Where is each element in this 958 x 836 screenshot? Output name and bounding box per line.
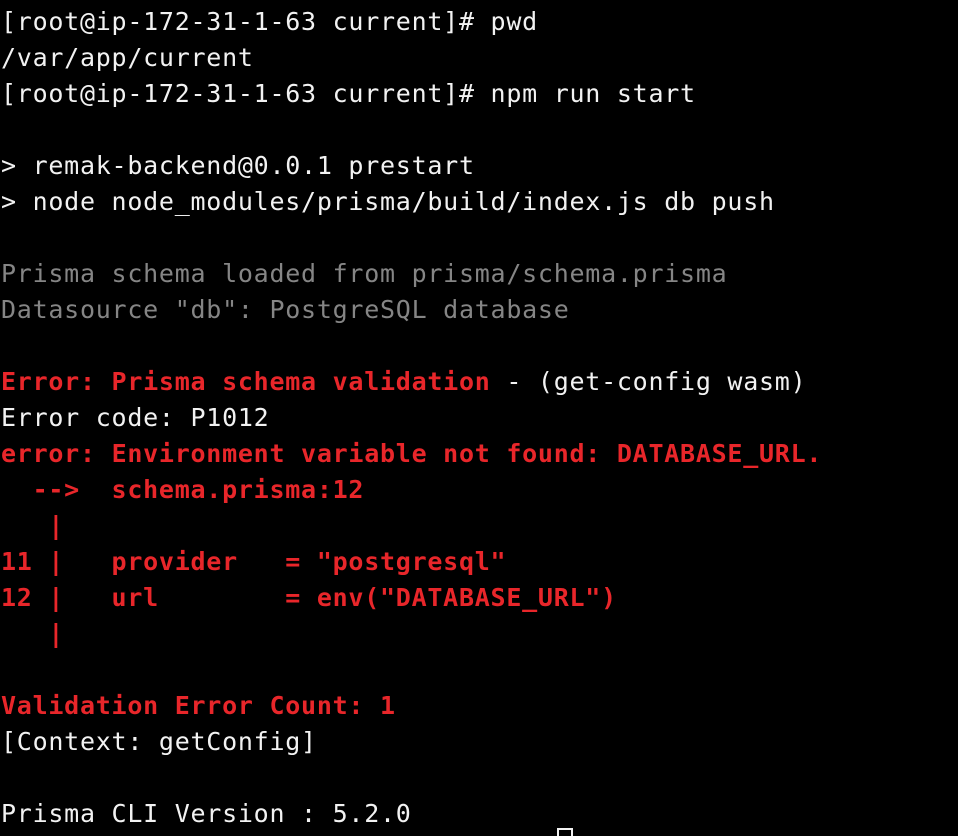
terminal-line: Prisma CLI Version : 5.2.0 (1, 796, 412, 832)
terminal-line: Prisma schema loaded from prisma/schema.… (1, 256, 727, 292)
terminal-text: [Context: getConfig] (1, 727, 317, 756)
terminal-window[interactable]: [root@ip-172-31-1-63 current]# pwd/var/a… (0, 0, 958, 836)
terminal-text: provider = "postgresql" (64, 547, 507, 576)
terminal-text: Error code: P1012 (1, 403, 270, 432)
terminal-text: Environment variable not found: DATABASE… (111, 439, 823, 468)
terminal-text: 12 | (1, 583, 65, 612)
terminal-text: > node node_modules/prisma/build/index.j… (1, 187, 775, 216)
terminal-line: Datasource "db": PostgreSQL database (1, 292, 570, 328)
terminal-line: 12 | url = env("DATABASE_URL") (1, 580, 617, 616)
terminal-text: [root@ip-172-31-1-63 current]# npm run s… (1, 79, 696, 108)
terminal-text: url = env("DATABASE_URL") (64, 583, 617, 612)
terminal-text: Error: Prisma schema validation (1, 367, 491, 396)
terminal-text: Datasource "db": PostgreSQL database (1, 295, 570, 324)
terminal-cursor (557, 828, 573, 836)
terminal-line: [root@ip-172-31-1-63 current]# pwd (1, 4, 538, 40)
terminal-text: error (1, 439, 80, 468)
terminal-text: - (get-config wasm) (490, 367, 807, 396)
terminal-text: > remak-backend@0.0.1 prestart (1, 151, 475, 180)
terminal-text: Prisma CLI Version : 5.2.0 (1, 799, 412, 828)
terminal-text: 11 | (1, 547, 65, 576)
terminal-text: Prisma schema loaded from prisma/schema.… (1, 259, 728, 288)
terminal-text: schema.prisma:12 (111, 475, 365, 504)
terminal-text: [root@ip-172-31-1-63 current]# pwd (1, 7, 538, 36)
terminal-line: Validation Error Count: 1 (1, 688, 396, 724)
terminal-text: | (1, 619, 65, 648)
terminal-line: Error code: P1012 (1, 400, 269, 436)
terminal-text: Validation Error Count: 1 (1, 691, 396, 720)
terminal-line: > remak-backend@0.0.1 prestart (1, 148, 475, 184)
terminal-line: 11 | provider = "postgresql" (1, 544, 506, 580)
terminal-line: | (1, 616, 64, 652)
terminal-line: --> schema.prisma:12 (1, 472, 364, 508)
terminal-line: /var/app/current (1, 40, 254, 76)
terminal-line: [root@ip-172-31-1-63 current]# npm run s… (1, 76, 696, 112)
terminal-text: /var/app/current (1, 43, 254, 72)
terminal-text: | (1, 511, 65, 540)
terminal-line: | (1, 508, 64, 544)
terminal-line: Error: Prisma schema validation - (get-c… (1, 364, 806, 400)
terminal-text: : (79, 439, 112, 468)
terminal-line: error: Environment variable not found: D… (1, 436, 822, 472)
terminal-text: --> (1, 475, 112, 504)
terminal-line: [Context: getConfig] (1, 724, 317, 760)
terminal-line: > node node_modules/prisma/build/index.j… (1, 184, 775, 220)
